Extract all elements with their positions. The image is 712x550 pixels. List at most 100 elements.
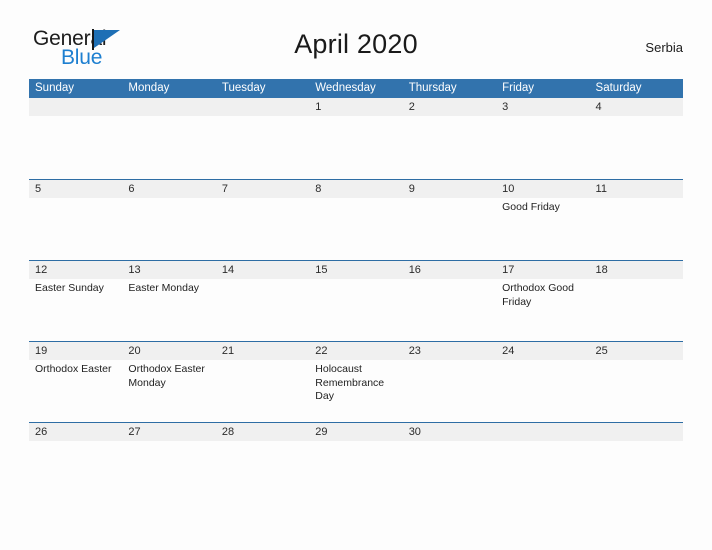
day-number: 11 xyxy=(595,183,607,195)
calendar-day-cell[interactable]: 11 xyxy=(590,180,683,260)
day-event-label: Easter Monday xyxy=(128,282,200,294)
calendar-day-cell[interactable]: 12 Easter Sunday xyxy=(29,261,122,341)
day-number: 14 xyxy=(221,264,235,276)
day-number: 29 xyxy=(315,426,328,438)
calendar-day-cell[interactable]: 9 xyxy=(403,180,496,260)
day-number: 9 xyxy=(408,183,415,195)
weekday-header-thursday: Thursday xyxy=(408,82,457,94)
week-days: 5 6 7 8 9 10 Good Friday 11 xyxy=(29,180,683,260)
day-number: 4 xyxy=(595,101,602,113)
calendar-day-cell-empty xyxy=(29,98,122,179)
page-title: April 2020 xyxy=(294,29,418,59)
calendar-day-cell[interactable]: 2 xyxy=(403,98,496,179)
calendar-day-cell[interactable]: 21 xyxy=(216,342,309,422)
calendar-day-cell[interactable]: 7 xyxy=(216,180,309,260)
day-number: 22 xyxy=(315,345,328,357)
calendar-page: General Blue April 2020 Serbia Sunday Mo… xyxy=(0,0,712,550)
weekday-header-friday: Friday xyxy=(502,82,535,94)
day-number xyxy=(222,98,305,116)
day-event-label: Orthodox Good Friday xyxy=(502,282,574,308)
calendar-day-cell[interactable]: 23 xyxy=(403,342,496,422)
day-event-label: Easter Sunday xyxy=(35,282,104,294)
weekday-header-saturday: Saturday xyxy=(595,82,642,94)
calendar-day-cell[interactable]: 28 xyxy=(216,423,309,489)
calendar-day-cell[interactable]: 18 xyxy=(590,261,683,341)
day-number: 17 xyxy=(502,264,515,276)
calendar-day-cell[interactable]: 20 Orthodox Easter Monday xyxy=(122,342,215,422)
day-event-label: Orthodox Easter xyxy=(35,363,112,375)
calendar-day-cell[interactable]: 30 xyxy=(403,423,496,489)
day-number: 2 xyxy=(408,101,415,113)
day-number: 19 xyxy=(35,345,48,357)
country-label: Serbia xyxy=(645,40,683,55)
weekday-header-wednesday: Wednesday xyxy=(315,82,376,94)
calendar-day-cell[interactable]: 13 Easter Monday xyxy=(122,261,215,341)
weekday-header-monday: Monday xyxy=(128,82,170,94)
calendar-week-row: 1 2 3 4 xyxy=(29,98,683,179)
calendar-day-cell[interactable]: 25 xyxy=(590,342,683,422)
calendar-day-cell[interactable]: 6 xyxy=(122,180,215,260)
day-number: 3 xyxy=(502,101,509,113)
day-number: 13 xyxy=(128,264,141,276)
day-number: 24 xyxy=(502,345,515,357)
day-number xyxy=(35,98,118,116)
calendar-day-cell[interactable]: 5 xyxy=(29,180,122,260)
calendar-day-cell[interactable]: 22 Holocaust Remembrance Day xyxy=(309,342,402,422)
weekday-header-tuesday: Tuesday xyxy=(221,82,266,94)
calendar-weeks: 1 2 3 4 5 6 7 8 9 10 Good Friday 11 12 Easter Sunday 1… xyxy=(29,98,683,489)
day-number: 28 xyxy=(221,426,235,438)
calendar-day-cell[interactable]: 15 xyxy=(309,261,402,341)
day-number: 12 xyxy=(35,264,48,276)
calendar-day-cell[interactable]: 17 Orthodox Good Friday xyxy=(496,261,589,341)
day-number xyxy=(596,423,679,441)
day-number xyxy=(502,423,585,441)
day-number: 7 xyxy=(221,183,228,195)
week-days: 26 27 28 29 30 xyxy=(29,423,683,489)
calendar-day-cell[interactable]: 3 xyxy=(496,98,589,179)
day-number: 6 xyxy=(128,183,135,195)
day-number: 26 xyxy=(35,426,48,438)
day-event-label: Holocaust Remembrance Day xyxy=(315,363,385,402)
calendar-day-cell[interactable]: 27 xyxy=(122,423,215,489)
day-number: 25 xyxy=(595,345,608,357)
day-number: 18 xyxy=(595,264,608,276)
day-event-label: Orthodox Easter Monday xyxy=(128,363,205,389)
day-number: 15 xyxy=(315,264,328,276)
calendar-day-cell[interactable]: 19 Orthodox Easter xyxy=(29,342,122,422)
day-number: 5 xyxy=(35,183,42,195)
day-number: 27 xyxy=(128,426,141,438)
day-number xyxy=(128,98,211,116)
day-number: 1 xyxy=(315,101,322,113)
calendar-day-cell-empty xyxy=(496,423,589,489)
day-number: 16 xyxy=(408,264,421,276)
calendar-day-cell[interactable]: 24 xyxy=(496,342,589,422)
page-header: General Blue April 2020 Serbia xyxy=(29,26,683,70)
calendar-day-cell[interactable]: 4 xyxy=(590,98,683,179)
calendar-day-cell[interactable]: 8 xyxy=(309,180,402,260)
calendar-week-row: 26 27 28 29 30 xyxy=(29,422,683,489)
day-event-label: Good Friday xyxy=(502,201,560,213)
day-number: 10 xyxy=(502,183,515,195)
calendar-day-cell[interactable]: 29 xyxy=(309,423,402,489)
calendar-day-cell[interactable]: 10 Good Friday xyxy=(496,180,589,260)
calendar-day-cell[interactable]: 26 xyxy=(29,423,122,489)
calendar-day-cell[interactable]: 16 xyxy=(403,261,496,341)
calendar-day-cell[interactable]: 1 xyxy=(309,98,402,179)
calendar-week-row: 19 Orthodox Easter 20 Orthodox Easter Monda… xyxy=(29,341,683,422)
day-number: 30 xyxy=(408,426,421,438)
calendar-week-row: 12 Easter Sunday 13 Easter Monday 14 15 16 17 Or… xyxy=(29,260,683,341)
day-number: 23 xyxy=(408,345,421,357)
weekday-header-sunday: Sunday xyxy=(35,82,75,94)
calendar-day-cell-empty xyxy=(590,423,683,489)
week-days: 12 Easter Sunday 13 Easter Monday 14 15 16 17 Or… xyxy=(29,261,683,341)
calendar-week-row: 5 6 7 8 9 10 Good Friday 11 xyxy=(29,179,683,260)
calendar-day-cell-empty xyxy=(122,98,215,179)
calendar-grid: Sunday Monday Tuesday Wednesday Thursday… xyxy=(29,79,683,489)
calendar-day-cell-empty xyxy=(216,98,309,179)
day-number: 8 xyxy=(315,183,322,195)
weekday-header-row: Sunday Monday Tuesday Wednesday Thursday… xyxy=(29,79,683,98)
week-days: 19 Orthodox Easter 20 Orthodox Easter Monda… xyxy=(29,342,683,422)
day-number: 20 xyxy=(128,345,141,357)
week-days: 1 2 3 4 xyxy=(29,98,683,179)
calendar-day-cell[interactable]: 14 xyxy=(216,261,309,341)
